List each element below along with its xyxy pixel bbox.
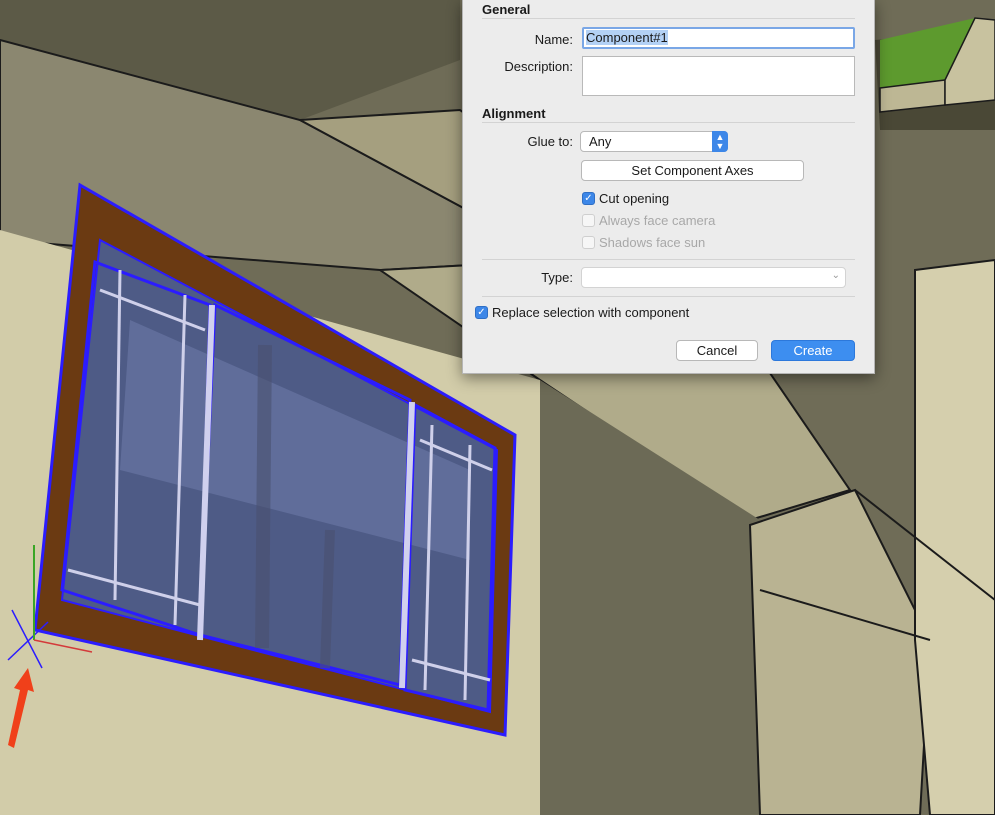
interior-post xyxy=(320,529,335,669)
divider xyxy=(482,18,855,19)
create-button[interactable]: Create xyxy=(771,340,855,361)
create-component-dialog: General Name: Component#1 Description: A… xyxy=(462,0,875,374)
interior-post xyxy=(255,344,272,649)
divider xyxy=(482,122,855,123)
replace-selection-checkbox[interactable]: ✓ xyxy=(475,306,488,319)
checkmark-icon: ✓ xyxy=(477,307,486,318)
set-component-axes-button[interactable]: Set Component Axes xyxy=(581,160,804,181)
name-label: Name: xyxy=(534,32,573,47)
always-face-camera-label: Always face camera xyxy=(599,213,716,228)
cut-opening-label: Cut opening xyxy=(599,191,670,206)
general-heading: General xyxy=(482,2,531,17)
name-value: Component#1 xyxy=(586,30,668,45)
shadows-face-sun-checkbox[interactable] xyxy=(582,236,595,249)
replace-selection-label: Replace selection with component xyxy=(492,305,690,320)
glue-to-select[interactable]: Any ▲ ▼ xyxy=(580,131,728,152)
type-label: Type: xyxy=(541,270,573,285)
cancel-button[interactable]: Cancel xyxy=(676,340,758,361)
cut-opening-checkbox[interactable]: ✓ xyxy=(582,192,595,205)
description-label: Description: xyxy=(504,59,573,74)
stepper-icon: ▲ ▼ xyxy=(712,131,728,152)
shadows-face-sun-label: Shadows face sun xyxy=(599,235,706,250)
description-field[interactable] xyxy=(582,56,855,96)
divider xyxy=(482,296,855,297)
divider xyxy=(482,259,855,260)
glue-to-label: Glue to: xyxy=(527,134,573,149)
name-field[interactable]: Component#1 xyxy=(582,27,855,49)
dropdown-arrow-icon: ⌄ xyxy=(831,270,840,281)
always-face-camera-checkbox[interactable] xyxy=(582,214,595,227)
glue-to-value: Any xyxy=(589,134,612,149)
right-pillar xyxy=(914,258,995,815)
type-select[interactable]: ⌄ xyxy=(581,267,846,288)
alignment-heading: Alignment xyxy=(482,106,546,121)
checkmark-icon: ✓ xyxy=(584,193,593,204)
